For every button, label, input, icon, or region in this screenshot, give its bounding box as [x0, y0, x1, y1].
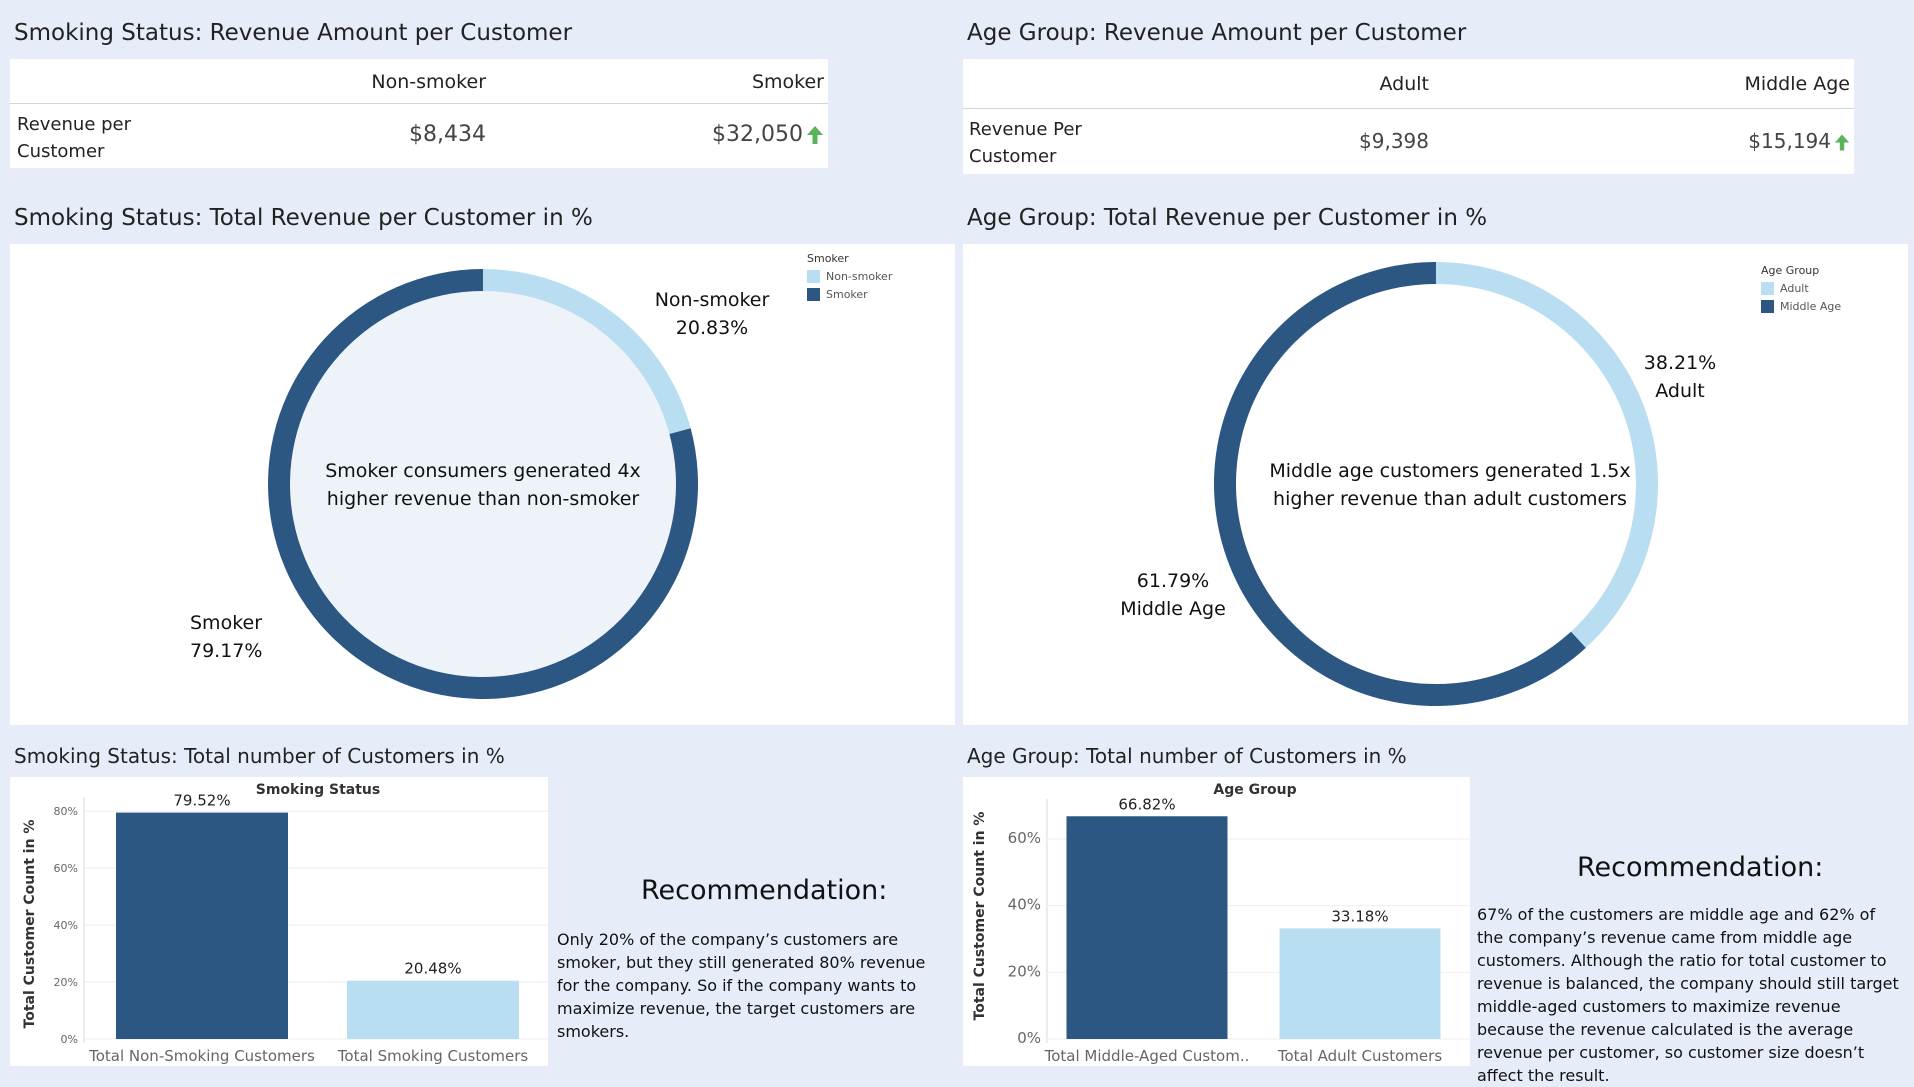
recommendation-age-title: Recommendation: [1577, 852, 1824, 883]
legend-label: Smoker [826, 288, 868, 301]
slice-label-name: Adult [1655, 380, 1705, 402]
legend-swatch [807, 288, 820, 301]
value-adult: $9,398 [1359, 129, 1429, 153]
legend-label: Middle Age [1780, 300, 1842, 313]
legend-label: Non-smoker [826, 270, 893, 283]
donut-slice-adult [1436, 262, 1658, 648]
y-tick-label: 0% [61, 1033, 78, 1046]
y-tick-label: 60% [54, 862, 78, 875]
recommendation-smoking-title: Recommendation: [641, 875, 888, 906]
smoking-donut-panel: Smoker Non-smoker Smoker Smoker consumer… [10, 244, 955, 725]
legend-swatch [807, 270, 820, 283]
bar-value-label: 79.52% [173, 792, 230, 810]
y-tick-label: 40% [1008, 896, 1041, 914]
slice-label-adult: 38.21% Adult [1630, 349, 1730, 405]
slice-label-value: 38.21% [1643, 352, 1717, 374]
legend-title: Smoker [807, 252, 849, 265]
age-donut-title: Age Group: Total Revenue per Customer in… [967, 205, 1488, 231]
bar [116, 812, 288, 1039]
recommendation-age-body: 67% of the customers are middle age and … [1477, 905, 1899, 1085]
chart-title: Age Group [1213, 782, 1296, 798]
smoking-bar-title: Smoking Status: Total number of Customer… [14, 744, 505, 768]
row-label: Revenue per Customer [17, 111, 131, 165]
bar-value-label: 33.18% [1331, 907, 1388, 925]
smoking-legend: Smoker Non-smoker Smoker [807, 252, 892, 301]
smoking-bar-chart: Smoking Status Total Customer Count in %… [22, 782, 548, 1065]
legend-item-smoker: Smoker [807, 288, 892, 301]
row-label: Revenue Per Customer [969, 116, 1082, 170]
slice-label-name: Smoker [190, 612, 263, 634]
age-revenue-table: Adult Middle Age Revenue Per Customer $9… [963, 59, 1854, 174]
smoking-revenue-table-title: Smoking Status: Revenue Amount per Custo… [14, 20, 573, 46]
slice-label-name: Middle Age [1120, 598, 1226, 620]
age-bar-chart: Age Group Total Customer Count in % 0% 20… [972, 782, 1470, 1065]
annotation-line2: higher revenue than adult customers [1273, 488, 1627, 510]
x-category-label: Total Non-Smoking Customers [88, 1047, 315, 1065]
y-axis-label: Total Customer Count in % [22, 820, 38, 1029]
y-tick-label: 20% [54, 976, 78, 989]
bar [347, 980, 519, 1039]
legend-item-adult: Adult [1761, 282, 1841, 295]
slice-label-value: 61.79% [1136, 570, 1210, 592]
bar [1066, 816, 1228, 1039]
age-bar-panel: Age Group Total Customer Count in % 0% 20… [963, 777, 1470, 1066]
y-axis-label: Total Customer Count in % [972, 812, 988, 1021]
legend-item-middle-age: Middle Age [1761, 300, 1841, 313]
y-tick-label: 40% [54, 919, 78, 932]
x-category-label: Total Smoking Customers [337, 1047, 529, 1065]
row-label-line2: Customer [17, 141, 105, 162]
value-smoker-cell: $32,050 [712, 122, 824, 147]
value-non-smoker: $8,434 [409, 122, 486, 147]
age-donut-panel: Age Group Adult Middle Age Middle age cu… [963, 244, 1908, 725]
legend-swatch [1761, 300, 1774, 313]
slice-label-smoker: Smoker 79.17% [190, 609, 310, 665]
slice-label-name: Non-smoker [654, 289, 770, 311]
donut-center-annotation: Middle age customers generated 1.5x high… [1225, 457, 1675, 513]
age-bar-title: Age Group: Total number of Customers in … [967, 744, 1407, 768]
bar-value-label: 66.82% [1118, 795, 1175, 813]
y-tick-label: 80% [54, 805, 78, 818]
y-tick-label: 0% [1017, 1029, 1041, 1047]
legend-label: Adult [1780, 282, 1809, 295]
legend-item-non-smoker: Non-smoker [807, 270, 892, 283]
up-arrow-icon [807, 126, 823, 144]
slice-label-non-smoker: Non-smoker 20.83% [642, 286, 782, 342]
chart-title: Smoking Status [256, 782, 380, 798]
slice-label-value: 79.17% [190, 640, 263, 662]
smoking-donut-title: Smoking Status: Total Revenue per Custom… [14, 205, 593, 231]
y-tick-label: 20% [1008, 962, 1041, 980]
annotation-line1: Smoker consumers generated 4x [325, 460, 641, 482]
value-smoker: $32,050 [712, 122, 803, 147]
row-label-line1: Revenue Per [969, 119, 1082, 140]
x-category-label: Total Adult Customers [1277, 1047, 1443, 1065]
smoking-revenue-table: Non-smoker Smoker Revenue per Customer $… [10, 59, 828, 168]
value-middle-age-cell: $15,194 [1748, 129, 1850, 153]
smoking-bar-panel: Smoking Status Total Customer Count in %… [10, 777, 548, 1066]
column-header-adult: Adult [1379, 73, 1430, 95]
legend-title: Age Group [1761, 264, 1820, 277]
annotation-line1: Middle age customers generated 1.5x [1269, 460, 1631, 482]
row-label-line1: Revenue per [17, 114, 132, 135]
age-revenue-table-title: Age Group: Revenue Amount per Customer [967, 20, 1467, 46]
recommendation-smoking-body: Only 20% of the company’s customers are … [557, 930, 926, 1041]
column-header-middle-age: Middle Age [1744, 73, 1850, 95]
up-arrow-icon [1834, 134, 1850, 151]
annotation-line2: higher revenue than non-smoker [326, 488, 640, 510]
x-category-label: Total Middle-Aged Custom.. [1044, 1047, 1250, 1065]
y-tick-label: 60% [1008, 829, 1041, 847]
donut-center-annotation: Smoker consumers generated 4x higher rev… [323, 457, 643, 513]
bar [1279, 928, 1441, 1039]
legend-swatch [1761, 282, 1774, 295]
slice-label-value: 20.83% [675, 317, 749, 339]
column-header-smoker: Smoker [751, 71, 824, 93]
slice-label-middle-age: 61.79% Middle Age [1113, 567, 1233, 623]
value-middle-age: $15,194 [1748, 129, 1831, 153]
column-header-non-smoker: Non-smoker [371, 71, 486, 93]
row-label-line2: Customer [969, 146, 1057, 167]
age-legend: Age Group Adult Middle Age [1761, 264, 1841, 313]
bar-value-label: 20.48% [404, 960, 461, 978]
